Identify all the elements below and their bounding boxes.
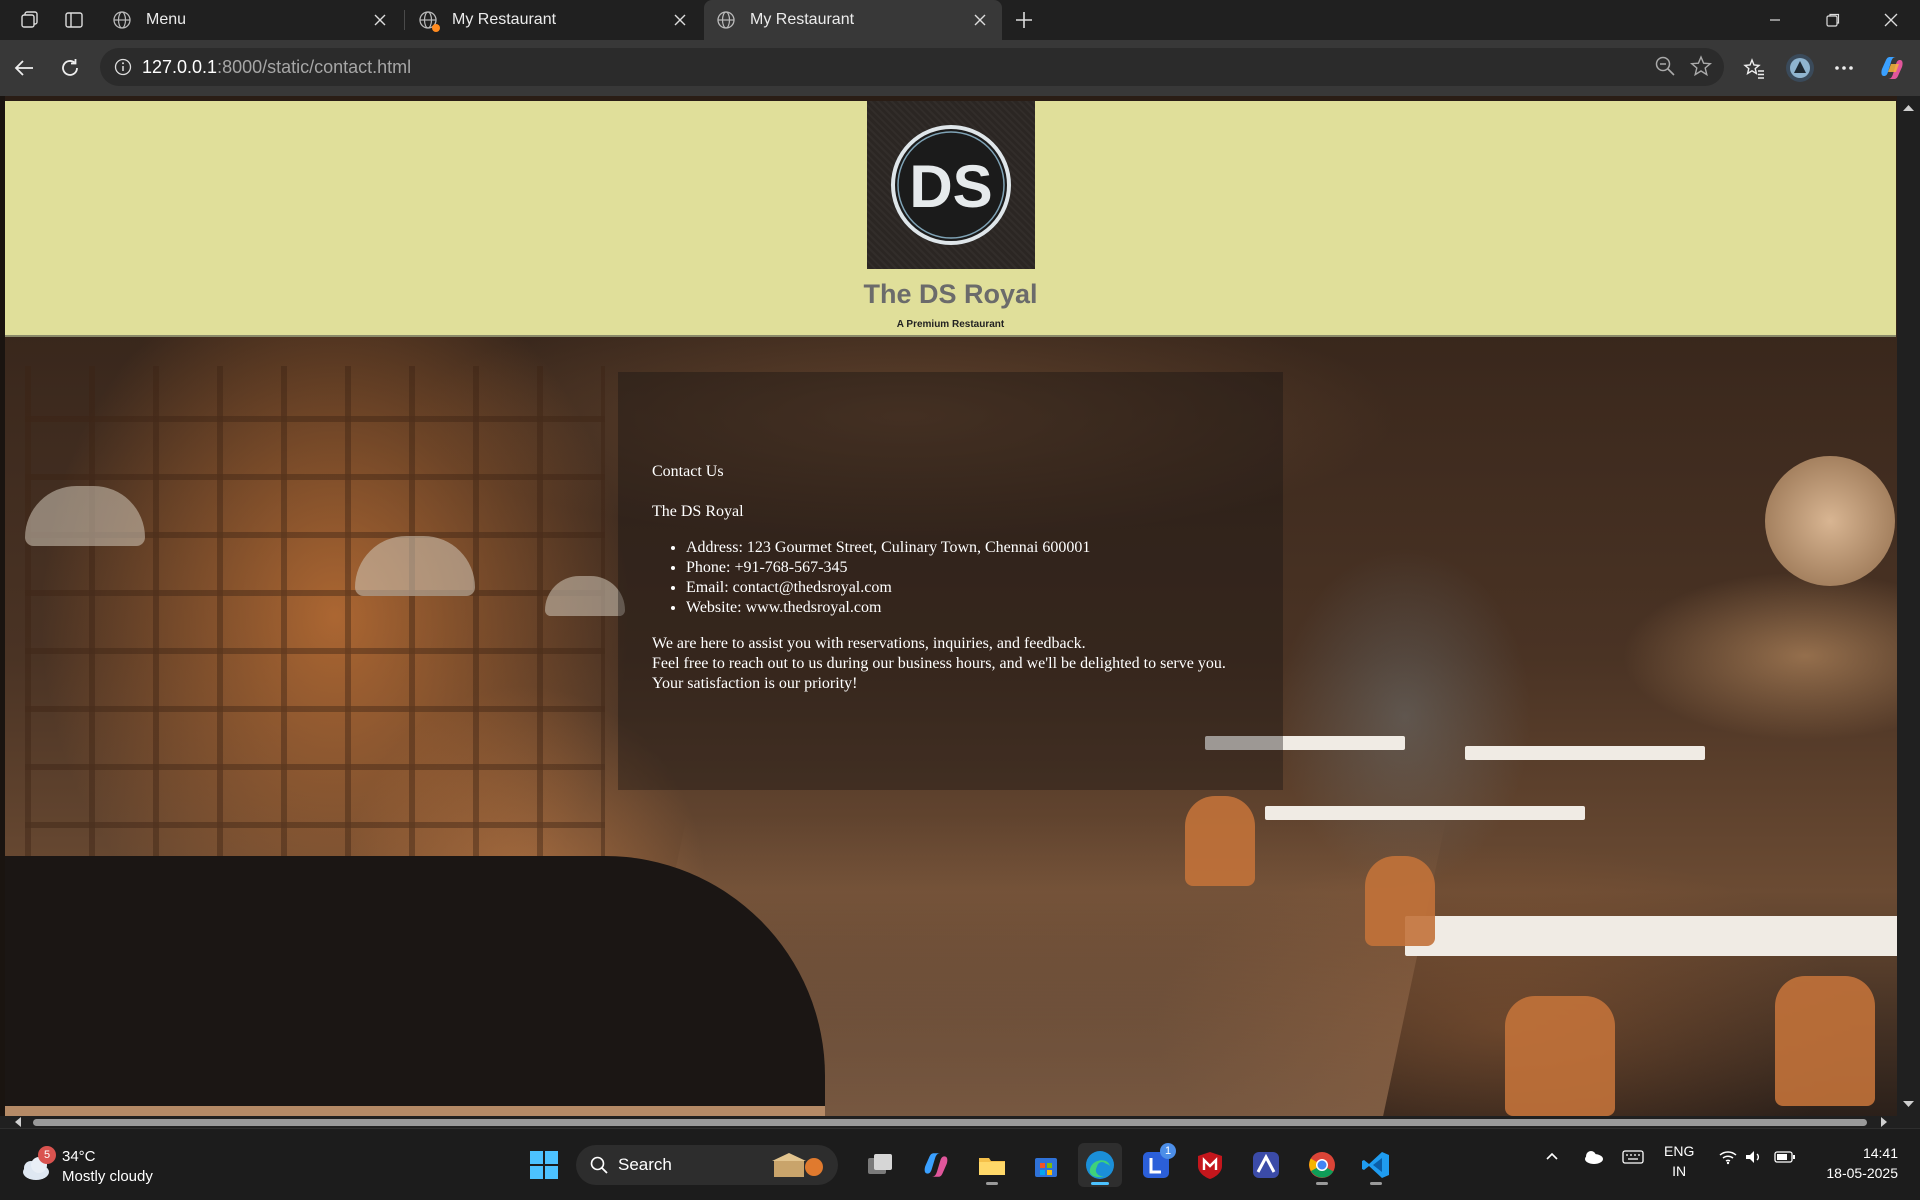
url-path: :8000/static/contact.html xyxy=(217,56,412,77)
arc-app-icon[interactable] xyxy=(1244,1143,1288,1187)
more-options-icon[interactable] xyxy=(1828,52,1860,84)
brand-tagline: A Premium Restaurant xyxy=(896,319,1005,330)
zoom-icon[interactable] xyxy=(1654,55,1676,82)
chrome-icon[interactable] xyxy=(1300,1143,1344,1187)
copilot-icon[interactable] xyxy=(1876,52,1908,84)
page-viewport: DS The DS Royal A Premium Restaurant Con… xyxy=(0,96,1920,1128)
search-highlight-icon xyxy=(770,1151,826,1184)
vscode-icon[interactable] xyxy=(1354,1143,1398,1187)
keyboard-icon[interactable] xyxy=(1622,1149,1644,1168)
contact-heading: Contact Us xyxy=(652,463,724,480)
battery-icon[interactable] xyxy=(1774,1149,1796,1168)
tab-title: Menu xyxy=(146,11,187,28)
url-text: 127.0.0.1:8000/static/contact.html xyxy=(142,57,411,78)
edge-browser-icon[interactable] xyxy=(1078,1143,1122,1187)
weather-temp: 34°C xyxy=(62,1148,96,1165)
mcafee-shield-icon[interactable] xyxy=(1188,1143,1232,1187)
horizontal-scrollbar[interactable] xyxy=(0,1116,1920,1128)
weather-badge: 5 xyxy=(38,1146,56,1164)
browser-toolbar: 127.0.0.1:8000/static/contact.html xyxy=(0,40,1920,96)
contact-message-line-1: We are here to assist you with reservati… xyxy=(652,635,1086,652)
contact-message-line-2: Feel free to reach out to us during our … xyxy=(652,655,1226,672)
tab-menu[interactable]: Menu xyxy=(100,0,402,40)
taskbar-search[interactable]: Search xyxy=(576,1145,838,1185)
globe-icon xyxy=(716,10,736,30)
contact-restaurant-name: The DS Royal xyxy=(652,503,744,520)
tab-strip: Menu My Restaurant My Restaurant xyxy=(0,0,1920,40)
tab-separator xyxy=(404,10,405,30)
workspaces-icon[interactable] xyxy=(18,8,42,32)
favorite-star-icon[interactable] xyxy=(1689,55,1713,82)
contact-website: Website: www.thedsroyal.com xyxy=(686,598,1292,618)
onedrive-icon[interactable] xyxy=(1582,1149,1604,1168)
tab-title: My Restaurant xyxy=(750,11,855,28)
scroll-left-icon[interactable] xyxy=(10,1116,26,1128)
running-indicator xyxy=(1370,1182,1382,1185)
search-label: Search xyxy=(618,1155,672,1174)
region-code: IN xyxy=(1672,1163,1687,1179)
weather-widget[interactable]: 5 34°C Mostly cloudy xyxy=(18,1146,153,1187)
wall-disc-decor xyxy=(1765,456,1895,586)
site-info-icon[interactable] xyxy=(104,58,142,76)
copilot-app-icon[interactable] xyxy=(914,1143,958,1187)
clock-date: 18-05-2025 xyxy=(1826,1165,1898,1181)
vertical-scrollbar[interactable] xyxy=(1897,96,1920,1116)
contact-email: Email: contact@thedsroyal.com xyxy=(686,578,1292,598)
system-clock[interactable]: 14:41 18-05-2025 xyxy=(1826,1143,1898,1183)
close-tab-icon[interactable] xyxy=(670,10,690,30)
scroll-up-icon[interactable] xyxy=(1897,100,1920,116)
cloud-icon: 5 xyxy=(18,1146,56,1184)
site-header: DS The DS Royal A Premium Restaurant xyxy=(5,101,1896,337)
brand-name: The DS Royal xyxy=(863,279,1038,309)
notification-badge: 1 xyxy=(1160,1143,1176,1159)
file-explorer-icon[interactable] xyxy=(970,1143,1014,1187)
wifi-icon[interactable] xyxy=(1718,1149,1738,1168)
profile-avatar[interactable] xyxy=(1784,52,1816,84)
windows-taskbar: 5 34°C Mostly cloudy Search 1 ENG IN 14:… xyxy=(0,1128,1920,1200)
tab-my-restaurant-1[interactable]: My Restaurant xyxy=(406,0,702,40)
minimize-icon[interactable] xyxy=(1746,0,1804,40)
running-indicator xyxy=(1316,1182,1328,1185)
contact-section: Contact Us The DS Royal Address: 123 Gou… xyxy=(652,462,1292,694)
activity-dot-icon xyxy=(432,24,440,32)
favorites-icon[interactable] xyxy=(1738,52,1770,84)
contact-message-line-3: Your satisfaction is our priority! xyxy=(652,675,858,692)
task-view-icon[interactable] xyxy=(858,1143,902,1187)
horizontal-scroll-thumb[interactable] xyxy=(33,1119,1867,1126)
tab-actions-icon[interactable] xyxy=(62,8,86,32)
letter-l-app-icon[interactable]: 1 xyxy=(1134,1143,1178,1187)
address-bar[interactable]: 127.0.0.1:8000/static/contact.html xyxy=(100,48,1724,86)
close-tab-icon[interactable] xyxy=(970,10,990,30)
restore-icon[interactable] xyxy=(1804,0,1862,40)
active-indicator xyxy=(1091,1182,1109,1185)
back-icon[interactable] xyxy=(8,52,40,84)
url-host: 127.0.0.1 xyxy=(142,56,218,77)
ds-logo: DS xyxy=(867,101,1035,269)
globe-icon xyxy=(112,10,132,30)
logo-letters: DS xyxy=(909,153,992,220)
contact-details-list: Address: 123 Gourmet Street, Culinary To… xyxy=(652,538,1292,618)
contact-address: Address: 123 Gourmet Street, Culinary To… xyxy=(686,538,1292,558)
language-code: ENG xyxy=(1664,1143,1695,1159)
close-tab-icon[interactable] xyxy=(370,10,390,30)
microsoft-store-icon[interactable] xyxy=(1024,1143,1068,1187)
tab-my-restaurant-active[interactable]: My Restaurant xyxy=(704,0,1002,40)
scroll-down-icon[interactable] xyxy=(1897,1096,1920,1112)
search-icon xyxy=(590,1156,608,1174)
tab-title: My Restaurant xyxy=(452,11,557,28)
refresh-icon[interactable] xyxy=(54,52,86,84)
volume-icon[interactable] xyxy=(1744,1149,1764,1168)
contact-phone: Phone: +91-768-567-345 xyxy=(686,558,1292,578)
scroll-right-icon[interactable] xyxy=(1876,1116,1892,1128)
language-indicator[interactable]: ENG IN xyxy=(1664,1141,1694,1181)
new-tab-icon[interactable] xyxy=(1012,8,1036,32)
header-divider xyxy=(5,335,1896,337)
globe-icon xyxy=(418,10,440,32)
start-button[interactable] xyxy=(522,1143,566,1187)
clock-time: 14:41 xyxy=(1862,1145,1898,1161)
show-hidden-icons[interactable] xyxy=(1544,1149,1560,1168)
running-indicator xyxy=(986,1182,998,1185)
weather-condition: Mostly cloudy xyxy=(62,1168,153,1185)
close-window-icon[interactable] xyxy=(1862,0,1920,40)
